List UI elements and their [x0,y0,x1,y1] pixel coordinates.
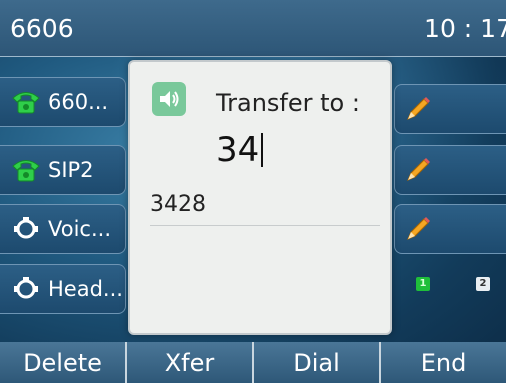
line-key-3[interactable]: Voic... [0,204,126,254]
page-1-indicator[interactable]: 1 [416,277,430,291]
status-bar: 6606 10 : 17 [0,0,506,57]
softkey-bar: Delete Xfer Dial End [0,342,506,383]
xfer-softkey[interactable]: Xfer [127,342,254,383]
line-key-4[interactable]: Head... [0,264,126,314]
phone-icon [10,86,42,118]
divider [150,225,380,226]
page-2-indicator[interactable]: 2 [476,277,490,291]
line-key-right-2[interactable] [394,145,506,195]
account-number: 6606 [10,14,74,43]
line-key-label: Head... [48,277,123,301]
transfer-dialog: Transfer to : 34 3428 [128,60,392,335]
number-entry-field[interactable]: 34 [216,130,264,170]
line-key-right-1[interactable] [394,84,506,134]
suggestion-item[interactable]: 3428 [150,192,206,217]
dialog-title: Transfer to : [216,89,360,117]
line-key-right-3[interactable] [394,204,506,254]
line-key-label: 660... [48,90,109,114]
dial-softkey[interactable]: Dial [254,342,381,383]
pencil-icon [407,158,430,181]
line-key-label: SIP2 [48,158,94,182]
line-key-label: Voic... [48,217,111,241]
voicemail-icon [10,213,42,245]
clock: 10 : 17 [424,14,506,43]
entered-number: 34 [216,130,260,170]
pencil-icon [407,217,430,240]
headset-icon [10,273,42,305]
text-cursor [261,133,264,167]
line-key-1[interactable]: 660... [0,77,126,127]
phone-icon [10,154,42,186]
pencil-icon [407,97,430,120]
page-indicator: 1 2 [410,277,506,297]
line-key-2[interactable]: SIP2 [0,145,126,195]
end-softkey[interactable]: End [381,342,506,383]
delete-softkey[interactable]: Delete [0,342,127,383]
speaker-icon [152,82,186,116]
